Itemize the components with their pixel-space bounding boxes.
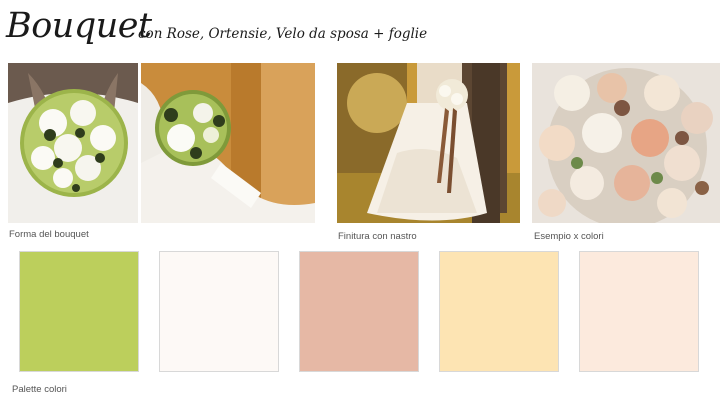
color-example-photo <box>532 63 720 223</box>
moodboard-page: Bouquet con Rose, Ortensie, Velo da spos… <box>0 0 720 402</box>
ribbon-finish-photo <box>337 63 520 223</box>
palette-label: Palette colori <box>12 384 67 395</box>
bouquet-shape-photo <box>8 63 138 223</box>
bouquet-detail-photo <box>141 63 315 223</box>
palette-swatch <box>159 251 279 372</box>
palette-swatch <box>19 251 139 372</box>
photo-caption: Forma del bouquet <box>9 229 89 240</box>
palette-swatch <box>579 251 699 372</box>
palette-swatch <box>299 251 419 372</box>
photo-caption: Esempio x colori <box>534 231 604 242</box>
page-subtitle: con Rose, Ortensie, Velo da sposa + fogl… <box>138 26 428 42</box>
palette-swatch <box>439 251 559 372</box>
page-title: Bouquet <box>6 6 152 46</box>
photo-caption: Finitura con nastro <box>338 231 417 242</box>
